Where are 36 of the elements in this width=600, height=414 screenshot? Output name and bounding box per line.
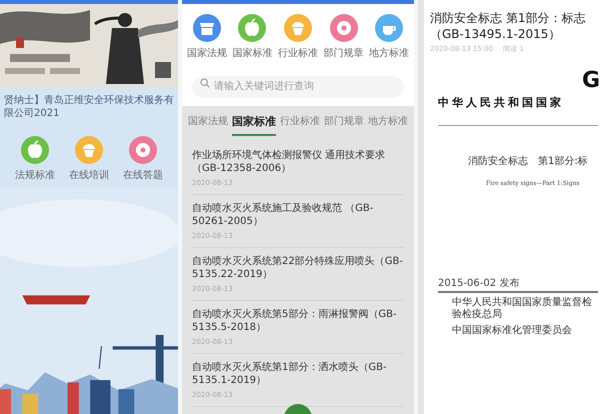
issuer-name: 中华人民共和国国家质量监督检验检疫总局: [451, 297, 593, 321]
shortcut-label[interactable]: 在线培训: [69, 170, 109, 182]
category-tab[interactable]: 国家标准: [232, 114, 276, 136]
document-heading: 中华人民共和国国家: [438, 94, 565, 110]
shortcut-label[interactable]: 行业标准: [278, 48, 318, 60]
item-title: 自动喷水灭火系统第22部分特殊应用喷头（GB-5135.22-2019）: [192, 255, 404, 281]
standard-logo: G: [582, 68, 600, 92]
category-tab[interactable]: 行业标准: [280, 114, 320, 136]
cupcake-icon[interactable]: [75, 136, 103, 164]
marquee-text: 贤纳士】青岛正维安全环保技术服务有限公司2021: [3, 94, 175, 121]
category-tab[interactable]: 部门规章: [324, 114, 364, 136]
shortcut-label[interactable]: 地方标准: [369, 48, 410, 60]
shortcut-label[interactable]: 国家标准: [232, 48, 272, 60]
item-title: 自动喷水灭火系统第5部分：雨淋报警阀（GB-5135.5-2018）: [192, 308, 398, 334]
article-title: 消防安全标志 第1部分：标志（GB-13495.1-2015）: [430, 10, 586, 42]
search-field[interactable]: 请输入关键词进行查询: [192, 76, 404, 98]
issue-date: 2015-06-02 发布: [438, 277, 520, 291]
donut-icon[interactable]: [129, 136, 157, 164]
search-icon: [200, 78, 210, 88]
cup-icon[interactable]: [375, 14, 404, 42]
item-title: 自动喷水灭火系统施工及验收规范 （GB-50261-2005）: [192, 202, 374, 228]
donut-icon[interactable]: [330, 14, 358, 42]
cupcake-icon[interactable]: [284, 14, 312, 42]
shortcut-label[interactable]: 国家法规: [186, 48, 227, 60]
apple-icon[interactable]: [238, 14, 266, 42]
item-title: 自动喷水灭火系统第1部分：洒水喷头（GB-5135.1-2019）: [192, 361, 388, 387]
shortcut-label[interactable]: 在线答题: [123, 170, 163, 182]
shortcut-label[interactable]: 部门规章: [324, 48, 364, 60]
shortcut-label[interactable]: 法规标准: [15, 170, 55, 182]
apple-icon[interactable]: [21, 136, 49, 164]
standard-title: 消防安全标志 第1部分:标: [467, 154, 589, 169]
category-tab[interactable]: 地方标准: [368, 114, 408, 136]
category-tab[interactable]: 国家法规: [188, 114, 228, 136]
store-icon[interactable]: [192, 14, 221, 42]
item-title: 作业场所环境气体检测报警仪 通用技术要求（GB-12358-2006）: [192, 149, 386, 175]
issuer-name: 中国国家标准化管理委员会: [451, 325, 573, 337]
